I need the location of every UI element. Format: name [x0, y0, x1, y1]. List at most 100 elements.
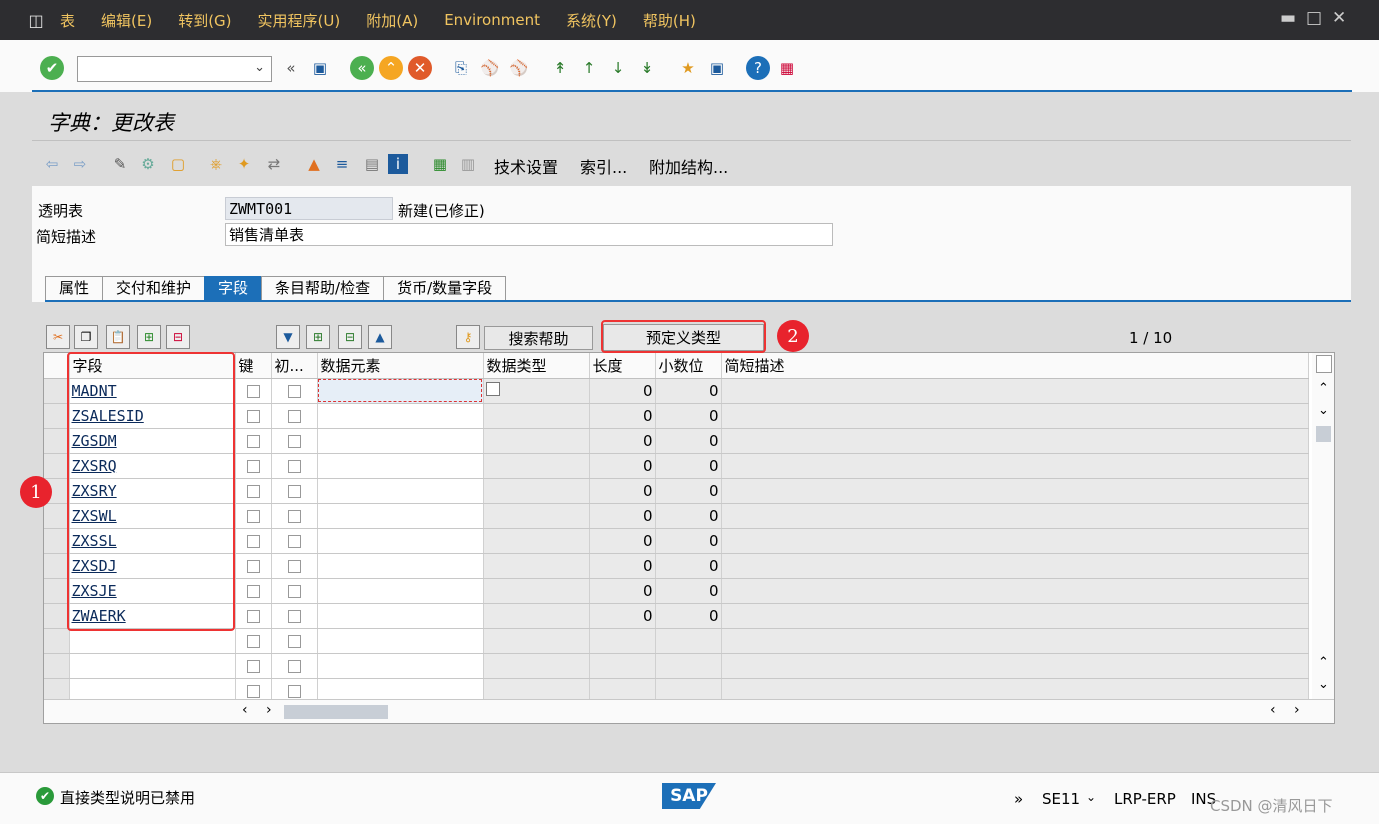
- next-page-icon[interactable]: ↓: [606, 56, 630, 80]
- columns-icon[interactable]: ▥: [456, 152, 480, 176]
- key-checkbox[interactable]: [246, 659, 260, 673]
- initial-checkbox[interactable]: [287, 484, 301, 498]
- length-cell[interactable]: [589, 653, 656, 679]
- magic-wand-icon[interactable]: ✦: [232, 152, 256, 176]
- length-cell[interactable]: 0: [589, 503, 656, 529]
- key-checkbox[interactable]: [246, 534, 260, 548]
- expand-status-icon[interactable]: »: [1014, 790, 1023, 808]
- back-icon[interactable]: «: [350, 56, 374, 80]
- print-icon[interactable]: ⎘: [449, 56, 473, 80]
- scroll-thumb[interactable]: [1316, 426, 1331, 442]
- key-checkbox[interactable]: [246, 409, 260, 423]
- data-type-cell[interactable]: [483, 603, 590, 629]
- length-cell[interactable]: [589, 628, 656, 654]
- data-type-cell[interactable]: [483, 553, 590, 579]
- row-selector[interactable]: [44, 378, 70, 404]
- key-checkbox[interactable]: [246, 509, 260, 523]
- filter-icon[interactable]: ▼: [276, 325, 300, 349]
- scroll-right-right-icon[interactable]: ›: [1294, 702, 1300, 718]
- menu-extras[interactable]: 附加(A): [366, 10, 418, 31]
- short-desc-input[interactable]: 销售清单表: [225, 223, 833, 246]
- data-element-cell[interactable]: [317, 453, 484, 479]
- sort-icon[interactable]: ▲: [368, 325, 392, 349]
- col-decimals[interactable]: 小数位: [655, 353, 722, 379]
- col-data-element[interactable]: 数据元素: [317, 353, 484, 379]
- decimals-cell[interactable]: 0: [655, 453, 722, 479]
- short-desc-cell[interactable]: [721, 378, 1309, 404]
- menu-table[interactable]: 表: [60, 10, 75, 31]
- decimals-cell[interactable]: 0: [655, 603, 722, 629]
- key-checkbox[interactable]: [246, 434, 260, 448]
- delete-row-icon[interactable]: ⊟: [166, 325, 190, 349]
- key-checkbox[interactable]: [246, 684, 260, 698]
- initial-checkbox[interactable]: [287, 409, 301, 423]
- import-icon[interactable]: ⊞: [306, 325, 330, 349]
- initial-checkbox[interactable]: [287, 434, 301, 448]
- row-selector[interactable]: [44, 578, 70, 604]
- row-selector[interactable]: [44, 403, 70, 429]
- scroll-left-right-icon[interactable]: ‹: [1270, 702, 1276, 718]
- value-help-icon[interactable]: [485, 381, 500, 396]
- graphic-icon[interactable]: ▦: [428, 152, 452, 176]
- length-cell[interactable]: 0: [589, 403, 656, 429]
- initial-checkbox[interactable]: [287, 509, 301, 523]
- length-cell[interactable]: 0: [589, 478, 656, 504]
- col-initial[interactable]: 初...: [271, 353, 318, 379]
- cut-icon[interactable]: ✂: [46, 325, 70, 349]
- column-settings-icon[interactable]: [1316, 355, 1332, 373]
- key-checkbox[interactable]: [246, 459, 260, 473]
- data-element-cell[interactable]: [317, 403, 484, 429]
- system-menu-icon[interactable]: ◫: [22, 6, 50, 34]
- save-icon[interactable]: ▣: [308, 56, 332, 80]
- short-desc-cell[interactable]: [721, 453, 1309, 479]
- initial-checkbox[interactable]: [287, 659, 301, 673]
- key-checkbox[interactable]: [246, 584, 260, 598]
- data-type-cell[interactable]: [483, 453, 590, 479]
- initial-checkbox[interactable]: [287, 609, 301, 623]
- decimals-cell[interactable]: [655, 628, 722, 654]
- short-desc-cell[interactable]: [721, 503, 1309, 529]
- row-selector[interactable]: [44, 628, 70, 654]
- initial-checkbox[interactable]: [287, 459, 301, 473]
- enter-icon[interactable]: ✔: [40, 56, 64, 80]
- cancel-icon[interactable]: ✕: [408, 56, 432, 80]
- menu-environment[interactable]: Environment: [444, 11, 540, 29]
- decimals-cell[interactable]: 0: [655, 428, 722, 454]
- short-desc-cell[interactable]: [721, 428, 1309, 454]
- length-cell[interactable]: 0: [589, 378, 656, 404]
- copy-icon[interactable]: ❐: [74, 325, 98, 349]
- scroll-down-icon[interactable]: ⌄: [1318, 403, 1329, 418]
- col-short-desc[interactable]: 简短描述: [721, 353, 1309, 379]
- data-type-cell[interactable]: [483, 428, 590, 454]
- command-field[interactable]: ⌄: [77, 56, 272, 82]
- object-list-icon[interactable]: ≡: [330, 152, 354, 176]
- row-selector[interactable]: [44, 503, 70, 529]
- index-button[interactable]: 索引...: [580, 154, 627, 178]
- insert-row-icon[interactable]: ⊞: [137, 325, 161, 349]
- data-element-cell[interactable]: [317, 553, 484, 579]
- export-icon[interactable]: ⊟: [338, 325, 362, 349]
- data-type-cell[interactable]: [483, 528, 590, 554]
- tech-settings-button[interactable]: 技术设置: [494, 154, 558, 178]
- data-type-cell[interactable]: [483, 628, 590, 654]
- short-desc-cell[interactable]: [721, 653, 1309, 679]
- collapse-icon[interactable]: «: [279, 56, 303, 80]
- table-view-icon[interactable]: ▤: [360, 152, 384, 176]
- data-type-cell[interactable]: [483, 578, 590, 604]
- tcode-dropdown-icon[interactable]: ⌄: [1086, 790, 1096, 804]
- short-desc-cell[interactable]: [721, 478, 1309, 504]
- key-checkbox[interactable]: [246, 559, 260, 573]
- find-next-icon[interactable]: ⚾: [507, 56, 531, 80]
- initial-checkbox[interactable]: [287, 684, 301, 698]
- initial-checkbox[interactable]: [287, 534, 301, 548]
- short-desc-cell[interactable]: [721, 628, 1309, 654]
- append-structure-button[interactable]: 附加结构...: [649, 154, 728, 178]
- scroll-down-bottom-icon[interactable]: ⌄: [1318, 677, 1329, 692]
- decimals-cell[interactable]: 0: [655, 503, 722, 529]
- decimals-cell[interactable]: [655, 653, 722, 679]
- arrow-left-icon[interactable]: ⇦: [40, 152, 64, 176]
- close-icon[interactable]: ✕: [1332, 8, 1346, 28]
- key-checkbox[interactable]: [246, 609, 260, 623]
- menu-goto[interactable]: 转到(G): [178, 10, 231, 31]
- initial-checkbox[interactable]: [287, 384, 301, 398]
